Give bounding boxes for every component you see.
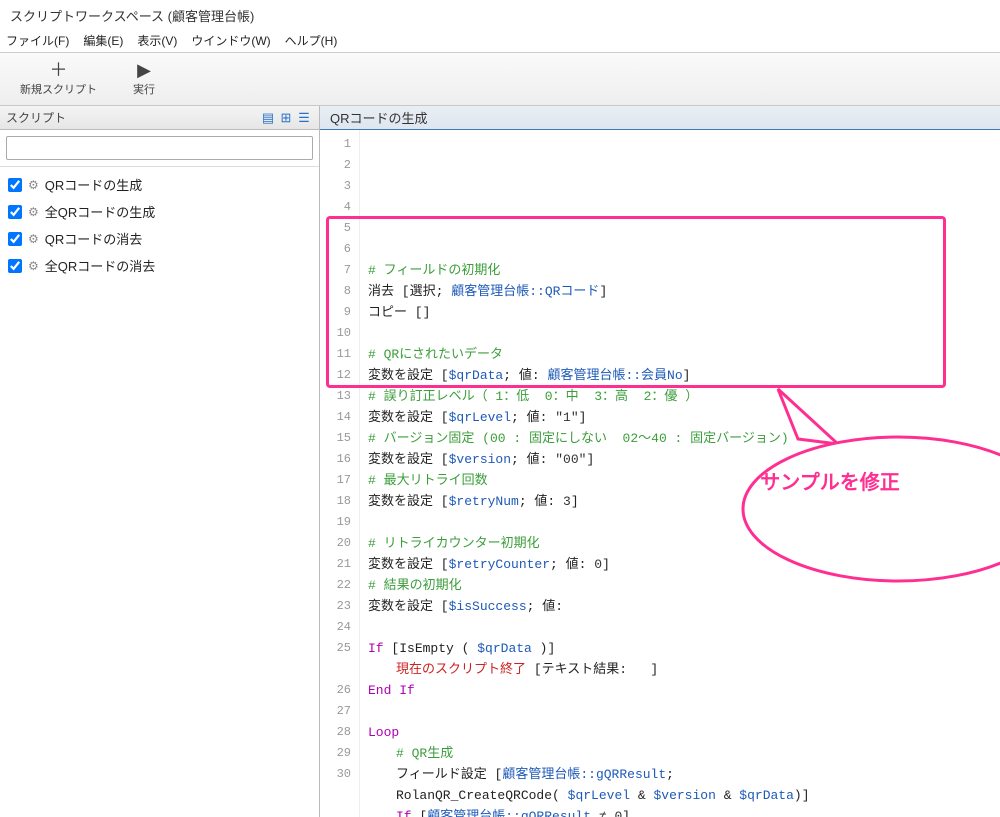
- menu-window[interactable]: ウインドウ(W): [191, 32, 270, 49]
- script-list-item[interactable]: ⚙ QRコードの生成: [6, 171, 313, 198]
- code-line[interactable]: 変数を設定 [$qrLevel; 値: "1"]: [368, 407, 992, 428]
- play-icon: ▶: [133, 59, 155, 81]
- code-line[interactable]: [368, 701, 992, 722]
- code-line[interactable]: # バージョン固定 (00 : 固定にしない 02～40 : 固定バージョン): [368, 428, 992, 449]
- gear-icon: ⚙: [28, 232, 39, 246]
- code-line[interactable]: # QR生成: [368, 743, 992, 764]
- columns-icon[interactable]: ☰: [295, 110, 313, 126]
- menu-file[interactable]: ファイル(F): [6, 32, 69, 49]
- search-input[interactable]: [6, 136, 313, 160]
- code-line[interactable]: # リトライカウンター初期化: [368, 533, 992, 554]
- code-line[interactable]: 変数を設定 [$isSuccess; 値:: [368, 596, 992, 617]
- script-enable-checkbox[interactable]: [8, 178, 22, 192]
- code-line[interactable]: If [IsEmpty ( $qrData )]: [368, 638, 992, 659]
- code-line[interactable]: # 結果の初期化: [368, 575, 992, 596]
- code-line[interactable]: 変数を設定 [$version; 値: "00"]: [368, 449, 992, 470]
- code-line[interactable]: # QRにされたいデータ: [368, 344, 992, 365]
- code-line[interactable]: [368, 617, 992, 638]
- code-line[interactable]: End If: [368, 680, 992, 701]
- editor-title: QRコードの生成: [330, 108, 428, 127]
- menu-help[interactable]: ヘルプ(H): [285, 32, 338, 49]
- script-enable-checkbox[interactable]: [8, 205, 22, 219]
- code-line[interactable]: # フィールドの初期化: [368, 260, 992, 281]
- code-line[interactable]: 変数を設定 [$qrData; 値: 顧客管理台帳::会員No]: [368, 365, 992, 386]
- code-line[interactable]: # 最大リトライ回数: [368, 470, 992, 491]
- script-sidebar: スクリプト ▤ ⊞ ☰ 🔍 ⚙QRコードの生成⚙全QRコードの生成⚙QRコードの…: [0, 106, 320, 817]
- gear-icon: ⚙: [28, 205, 39, 219]
- line-gutter: 1234567891011121314151617181920212223242…: [320, 130, 360, 817]
- run-button[interactable]: ▶ 実行: [133, 59, 155, 97]
- menu-view[interactable]: 表示(V): [137, 32, 177, 49]
- script-name: QRコードの消去: [45, 229, 143, 248]
- script-list-item[interactable]: ⚙ QRコードの消去: [6, 225, 313, 252]
- new-script-button[interactable]: ＋ 新規スクリプト: [20, 59, 97, 97]
- code-line[interactable]: 現在のスクリプト終了 [テキスト結果: ]: [368, 659, 992, 680]
- run-label: 実行: [133, 81, 155, 97]
- code-line[interactable]: If [顧客管理台帳::gQRResult ≠ 0]: [368, 806, 992, 817]
- code-line[interactable]: Loop: [368, 722, 992, 743]
- script-name: QRコードの生成: [45, 175, 143, 194]
- code-line[interactable]: RolanQR_CreateQRCode( $qrLevel & $versio…: [368, 785, 992, 806]
- documents-icon[interactable]: ▤: [259, 110, 277, 126]
- code-body[interactable]: サンプルを修正 # フィールドの初期化消去 [選択; 顧客管理台帳::QRコード…: [360, 130, 1000, 817]
- code-line[interactable]: 変数を設定 [$retryNum; 値: 3]: [368, 491, 992, 512]
- new-script-label: 新規スクリプト: [20, 81, 97, 97]
- script-enable-checkbox[interactable]: [8, 232, 22, 246]
- new-folder-icon[interactable]: ⊞: [277, 110, 295, 126]
- gear-icon: ⚙: [28, 259, 39, 273]
- script-enable-checkbox[interactable]: [8, 259, 22, 273]
- script-list-item[interactable]: ⚙ 全QRコードの生成: [6, 198, 313, 225]
- code-line[interactable]: コピー []: [368, 302, 992, 323]
- menu-bar: ファイル(F) 編集(E) 表示(V) ウインドウ(W) ヘルプ(H): [0, 29, 1000, 53]
- sidebar-title: スクリプト: [6, 109, 66, 126]
- code-line[interactable]: [368, 323, 992, 344]
- script-list: ⚙ QRコードの生成 ⚙ 全QRコードの生成 ⚙ QRコードの消去 ⚙ 全QRコードの消去: [0, 167, 319, 817]
- gear-icon: ⚙: [28, 178, 39, 192]
- script-name: 全QRコードの消去: [45, 256, 156, 275]
- code-line[interactable]: [368, 512, 992, 533]
- menu-edit[interactable]: 編集(E): [83, 32, 123, 49]
- code-line[interactable]: # 誤り訂正レベル（ 1：低 0：中 3：高 2：優 ）: [368, 386, 992, 407]
- script-name: 全QRコードの生成: [45, 202, 156, 221]
- script-list-item[interactable]: ⚙ 全QRコードの消去: [6, 252, 313, 279]
- code-area[interactable]: 1234567891011121314151617181920212223242…: [320, 130, 1000, 817]
- code-line[interactable]: フィールド設定 [顧客管理台帳::gQRResult;: [368, 764, 992, 785]
- code-line[interactable]: 変数を設定 [$retryCounter; 値: 0]: [368, 554, 992, 575]
- script-editor: QRコードの生成 1234567891011121314151617181920…: [320, 106, 1000, 817]
- plus-icon: ＋: [20, 59, 97, 81]
- window-title: スクリプトワークスペース (顧客管理台帳): [0, 0, 1000, 29]
- code-line[interactable]: 消去 [選択; 顧客管理台帳::QRコード]: [368, 281, 992, 302]
- toolbar: ＋ 新規スクリプト ▶ 実行: [0, 53, 1000, 106]
